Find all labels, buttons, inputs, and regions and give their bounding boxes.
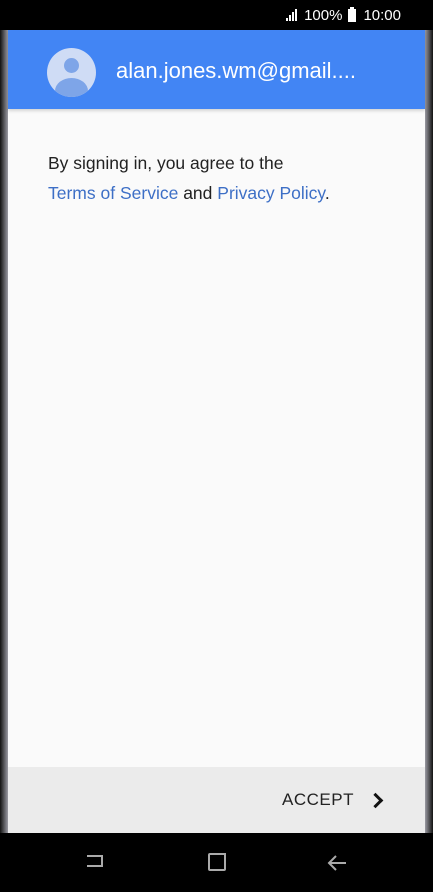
back-icon[interactable] [326, 851, 350, 875]
privacy-policy-link[interactable]: Privacy Policy [217, 183, 325, 203]
signal-icon [286, 9, 298, 21]
status-bar: 100% 10:00 [0, 0, 433, 30]
navigation-bar [0, 833, 433, 892]
account-circle-icon [47, 48, 96, 97]
account-header: alan.jones.wm@gmail.... [8, 30, 425, 109]
consent-text: By signing in, you agree to the Terms of… [48, 148, 388, 208]
phone-frame: 100% 10:00 alan.jones.wm@gmail.... By si… [0, 0, 433, 892]
chevron-right-icon [367, 792, 384, 808]
screen-edge-right [425, 30, 433, 833]
connector-text: and [183, 183, 213, 203]
screen-edge-left [0, 30, 8, 833]
accept-button[interactable]: ACCEPT [282, 790, 385, 810]
battery-icon [348, 6, 357, 22]
intro-text: By signing in, you agree to the [48, 153, 284, 173]
footer-bar: ACCEPT [8, 767, 425, 833]
account-email: alan.jones.wm@gmail.... [116, 58, 356, 83]
home-icon[interactable] [206, 851, 230, 875]
consent-screen: alan.jones.wm@gmail.... By signing in, y… [8, 30, 425, 833]
accept-label: ACCEPT [282, 790, 354, 809]
terms-of-service-link[interactable]: Terms of Service [48, 183, 178, 203]
battery-percent: 100% [304, 6, 343, 24]
period-text: . [324, 183, 330, 203]
recent-apps-icon[interactable] [85, 851, 109, 875]
clock: 10:00 [363, 6, 401, 24]
